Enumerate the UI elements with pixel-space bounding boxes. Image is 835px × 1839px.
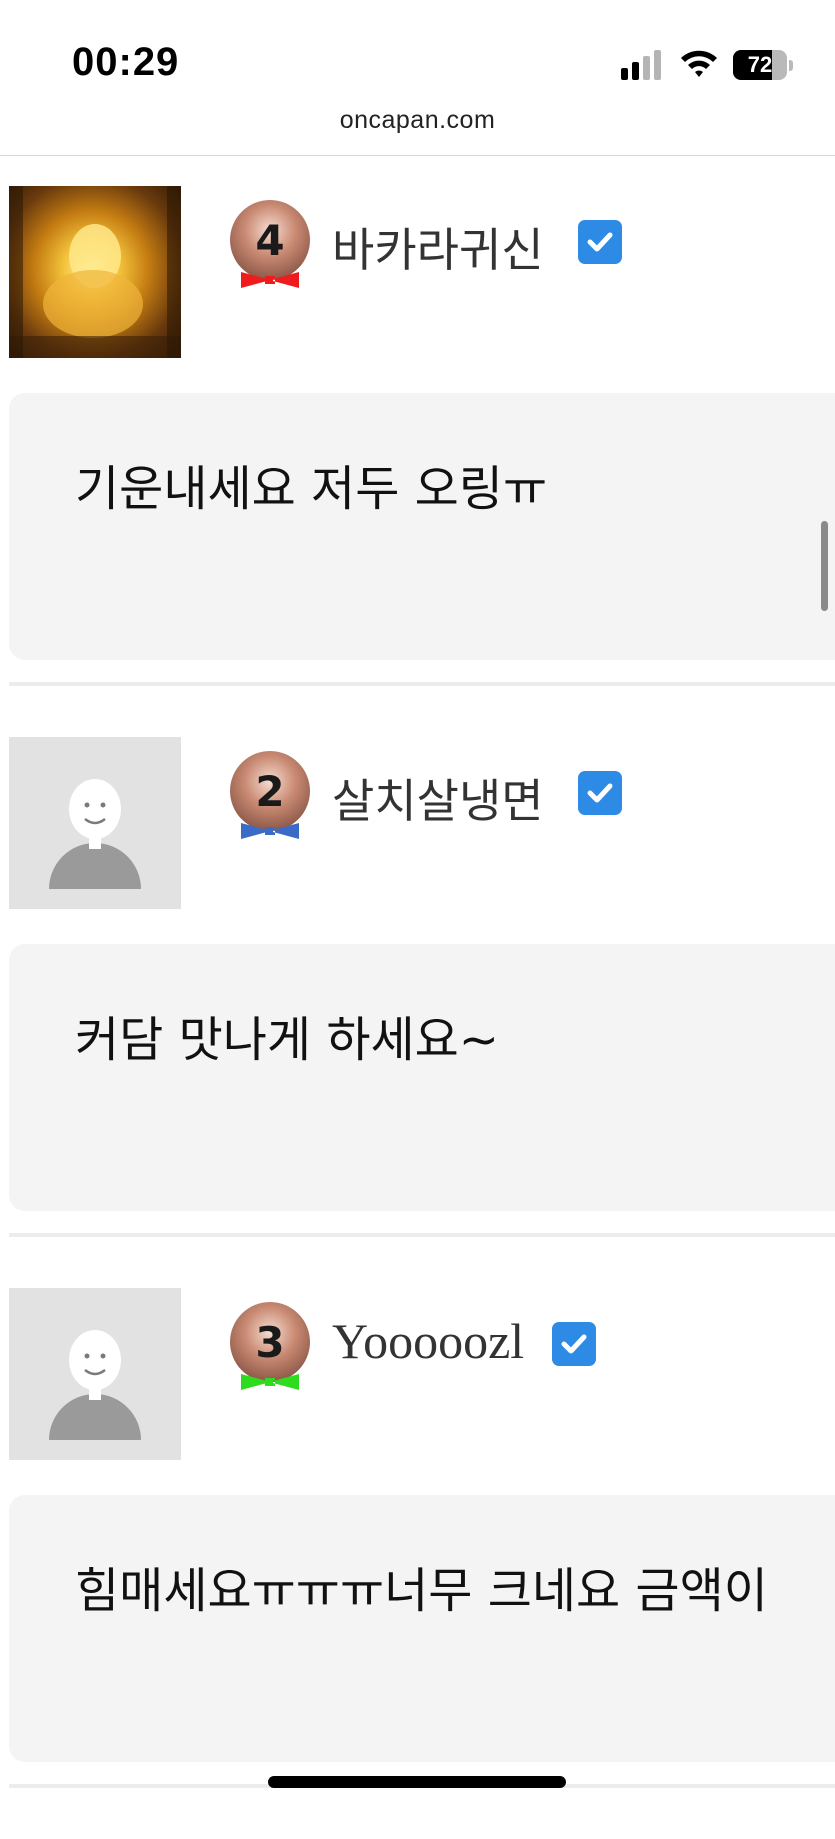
battery-level: 72 — [747, 52, 773, 77]
bow-tie-shape — [241, 823, 299, 839]
bow-tie-icon — [241, 1374, 299, 1390]
home-indicator[interactable] — [268, 1776, 566, 1788]
verified-check-icon — [578, 220, 622, 264]
avatar[interactable] — [9, 186, 181, 358]
avatar[interactable] — [9, 737, 181, 909]
status-bar: 00:29 72 — [0, 0, 835, 110]
avatar[interactable] — [9, 1288, 181, 1460]
level-badge: 3 — [230, 1302, 310, 1392]
level-number: 2 — [230, 751, 310, 831]
verified-check-icon — [552, 1322, 596, 1366]
status-time: 00:29 — [72, 40, 180, 84]
scrollbar[interactable] — [821, 521, 828, 611]
comment-bubble: 기운내세요 저두 오링ㅠ — [9, 393, 835, 660]
level-badge: 4 — [230, 200, 310, 290]
battery-icon: 72 — [733, 50, 787, 80]
url-bar[interactable]: oncapan.com — [0, 106, 835, 135]
comment-item: 4 바카라귀신 기운내세요 저두 오링ㅠ — [0, 186, 835, 737]
level-number: 3 — [230, 1302, 310, 1382]
bow-tie-icon — [241, 272, 299, 288]
nickname[interactable]: 살치살냉면 — [332, 765, 544, 831]
nickname[interactable]: Yoooooz​l — [332, 1312, 524, 1370]
comment-text: 힘매세요ㅠㅠㅠ너무 크네요 금액이 — [75, 1563, 768, 1619]
bow-tie-shape — [241, 1374, 299, 1390]
comment-item: 3 Yoooooz​l 힘매세요ㅠㅠㅠ너무 크네요 금액이 — [0, 1288, 835, 1839]
buddha-statue-photo — [9, 186, 181, 358]
default-user-avatar-icon — [49, 1330, 141, 1440]
default-user-avatar-icon — [49, 779, 141, 889]
comment-feed: 4 바카라귀신 기운내세요 저두 오링ㅠ 2 살치살냉면 커담 맛나게 하세요~… — [0, 186, 835, 1839]
nickname[interactable]: 바카라귀신 — [332, 214, 544, 280]
comment-item: 2 살치살냉면 커담 맛나게 하세요~ — [0, 737, 835, 1288]
comment-text: 커담 맛나게 하세요~ — [75, 1012, 500, 1068]
level-number: 4 — [230, 200, 310, 280]
wifi-icon — [679, 48, 719, 82]
comment-separator — [9, 1233, 835, 1237]
bow-tie-icon — [241, 823, 299, 839]
comment-bubble: 힘매세요ㅠㅠㅠ너무 크네요 금액이 — [9, 1495, 835, 1762]
bow-tie-shape — [241, 272, 299, 288]
status-icons: 72 — [621, 48, 793, 82]
cellular-signal-icon — [621, 50, 661, 80]
comment-separator — [9, 682, 835, 686]
url-divider — [0, 155, 835, 156]
comment-text: 기운내세요 저두 오링ㅠ — [75, 461, 548, 517]
level-badge: 2 — [230, 751, 310, 841]
verified-check-icon — [578, 771, 622, 815]
battery-tip — [789, 59, 793, 71]
comment-bubble: 커담 맛나게 하세요~ — [9, 944, 835, 1211]
